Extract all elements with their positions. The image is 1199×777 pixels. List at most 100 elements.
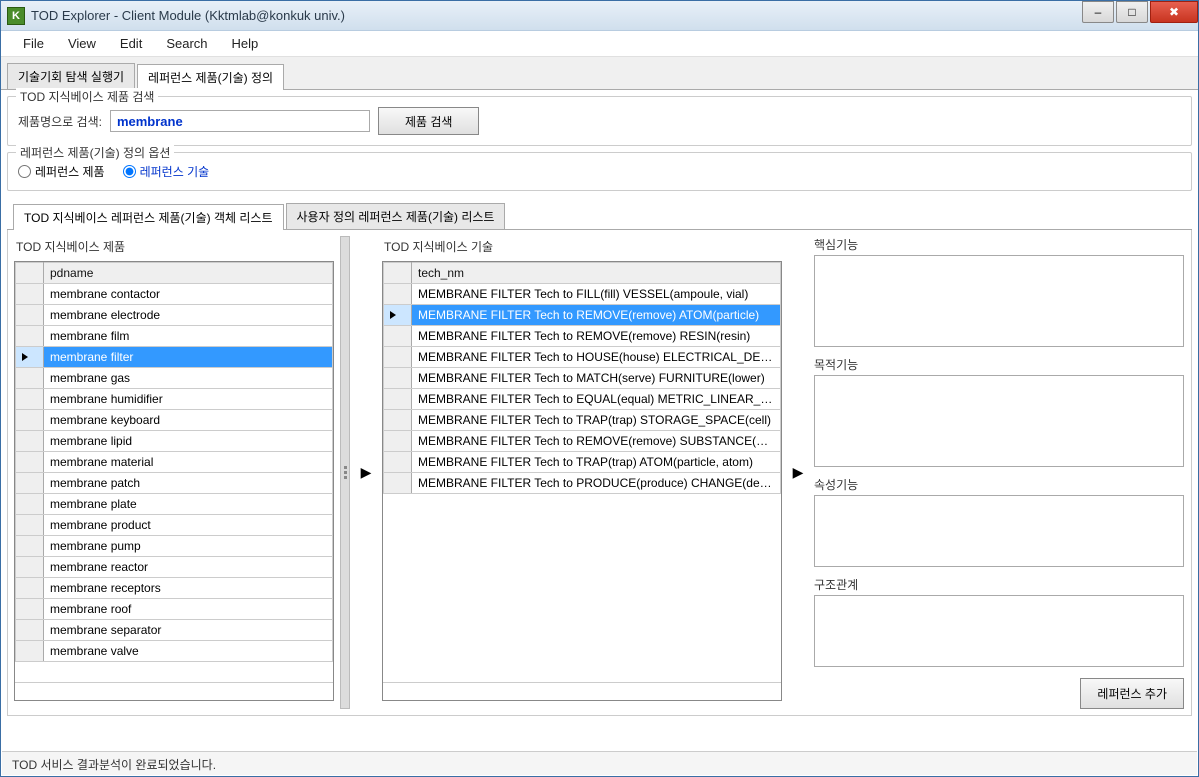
product-cell[interactable]: membrane humidifier: [44, 389, 333, 410]
table-row[interactable]: membrane electrode: [16, 305, 333, 326]
table-row[interactable]: MEMBRANE FILTER Tech to REMOVE(remove) R…: [384, 326, 781, 347]
table-row[interactable]: membrane humidifier: [16, 389, 333, 410]
table-row[interactable]: MEMBRANE FILTER Tech to TRAP(trap) STORA…: [384, 410, 781, 431]
product-cell[interactable]: membrane roof: [44, 599, 333, 620]
splitter-left[interactable]: [340, 236, 350, 709]
search-button[interactable]: 제품 검색: [378, 107, 480, 135]
add-reference-button[interactable]: 레퍼런스 추가: [1080, 678, 1184, 709]
tech-cell[interactable]: MEMBRANE FILTER Tech to HOUSE(house) ELE…: [412, 347, 781, 368]
minimize-button[interactable]: –: [1082, 1, 1114, 23]
table-row[interactable]: membrane keyboard: [16, 410, 333, 431]
tech-cell[interactable]: MEMBRANE FILTER Tech to REMOVE(remove) S…: [412, 431, 781, 452]
attribute-function-textarea[interactable]: [814, 495, 1184, 567]
tech-cell[interactable]: MEMBRANE FILTER Tech to TRAP(trap) STORA…: [412, 410, 781, 431]
table-row[interactable]: MEMBRANE FILTER Tech to REMOVE(remove) A…: [384, 305, 781, 326]
row-indicator: [16, 284, 44, 305]
tab-explorer[interactable]: 기술기회 탐색 실행기: [7, 63, 135, 89]
product-hscroll[interactable]: [15, 682, 333, 700]
tech-cell[interactable]: MEMBRANE FILTER Tech to FILL(fill) VESSE…: [412, 284, 781, 305]
table-row[interactable]: membrane reactor: [16, 557, 333, 578]
table-row[interactable]: membrane lipid: [16, 431, 333, 452]
product-cell[interactable]: membrane gas: [44, 368, 333, 389]
tab-kb-reference-list[interactable]: TOD 지식베이스 레퍼런스 제품(기술) 객체 리스트: [13, 204, 284, 230]
table-row[interactable]: membrane roof: [16, 599, 333, 620]
product-rowhead-header: [16, 263, 44, 284]
tech-cell[interactable]: MEMBRANE FILTER Tech to MATCH(serve) FUR…: [412, 368, 781, 389]
product-cell[interactable]: membrane contactor: [44, 284, 333, 305]
tech-grid[interactable]: tech_nm MEMBRANE FILTER Tech to FILL(fil…: [382, 261, 782, 701]
product-grid[interactable]: pdname membrane contactormembrane electr…: [14, 261, 334, 701]
table-row[interactable]: membrane material: [16, 452, 333, 473]
menu-search[interactable]: Search: [154, 32, 219, 55]
menu-view[interactable]: View: [56, 32, 108, 55]
product-list-panel: TOD 지식베이스 제품 pdname membrane contactorme…: [14, 236, 334, 709]
tech-list-panel: TOD 지식베이스 기술 tech_nm MEMBRANE FILTER Tec…: [382, 236, 782, 709]
core-function-textarea[interactable]: [814, 255, 1184, 347]
product-cell[interactable]: membrane material: [44, 452, 333, 473]
product-cell[interactable]: membrane keyboard: [44, 410, 333, 431]
table-row[interactable]: membrane patch: [16, 473, 333, 494]
table-row[interactable]: MEMBRANE FILTER Tech to EQUAL(equal) MET…: [384, 389, 781, 410]
purpose-function-textarea[interactable]: [814, 375, 1184, 467]
table-row[interactable]: MEMBRANE FILTER Tech to REMOVE(remove) S…: [384, 431, 781, 452]
tech-header-technm[interactable]: tech_nm: [412, 263, 781, 284]
product-header-pdname[interactable]: pdname: [44, 263, 333, 284]
purpose-function-label: 목적기능: [814, 356, 1184, 373]
table-row[interactable]: membrane filter: [16, 347, 333, 368]
tech-hscroll[interactable]: [383, 682, 781, 700]
option-group: 레퍼런스 제품(기술) 정의 옵션 레퍼런스 제품 레퍼런스 기술: [7, 152, 1192, 191]
product-cell[interactable]: membrane separator: [44, 620, 333, 641]
row-indicator: [384, 326, 412, 347]
app-icon: K: [7, 7, 25, 25]
product-cell[interactable]: membrane product: [44, 515, 333, 536]
close-button[interactable]: ✖: [1150, 1, 1198, 23]
radio-reference-product[interactable]: 레퍼런스 제품: [18, 163, 105, 180]
table-row[interactable]: MEMBRANE FILTER Tech to TRAP(trap) ATOM(…: [384, 452, 781, 473]
product-cell[interactable]: membrane patch: [44, 473, 333, 494]
row-indicator: [16, 515, 44, 536]
radio-reference-product-input[interactable]: [18, 165, 31, 178]
table-row[interactable]: membrane product: [16, 515, 333, 536]
product-cell[interactable]: membrane plate: [44, 494, 333, 515]
radio-reference-tech-input[interactable]: [123, 165, 136, 178]
tech-rowhead-header: [384, 263, 412, 284]
radio-reference-tech[interactable]: 레퍼런스 기술: [123, 163, 210, 180]
table-row[interactable]: membrane separator: [16, 620, 333, 641]
tab-reference-def[interactable]: 레퍼런스 제품(기술) 정의: [137, 64, 284, 90]
product-cell[interactable]: membrane reactor: [44, 557, 333, 578]
table-row[interactable]: MEMBRANE FILTER Tech to HOUSE(house) ELE…: [384, 347, 781, 368]
product-cell[interactable]: membrane filter: [44, 347, 333, 368]
table-row[interactable]: membrane contactor: [16, 284, 333, 305]
row-indicator: [16, 557, 44, 578]
product-cell[interactable]: membrane pump: [44, 536, 333, 557]
row-indicator: [16, 473, 44, 494]
product-cell[interactable]: membrane receptors: [44, 578, 333, 599]
product-cell[interactable]: membrane valve: [44, 641, 333, 662]
product-cell[interactable]: membrane electrode: [44, 305, 333, 326]
tech-cell[interactable]: MEMBRANE FILTER Tech to EQUAL(equal) MET…: [412, 389, 781, 410]
product-cell[interactable]: membrane film: [44, 326, 333, 347]
tech-cell[interactable]: MEMBRANE FILTER Tech to REMOVE(remove) A…: [412, 305, 781, 326]
menu-help[interactable]: Help: [220, 32, 271, 55]
table-row[interactable]: membrane gas: [16, 368, 333, 389]
table-row[interactable]: MEMBRANE FILTER Tech to MATCH(serve) FUR…: [384, 368, 781, 389]
table-row[interactable]: membrane valve: [16, 641, 333, 662]
search-input[interactable]: [110, 110, 370, 132]
table-row[interactable]: membrane receptors: [16, 578, 333, 599]
tech-cell[interactable]: MEMBRANE FILTER Tech to TRAP(trap) ATOM(…: [412, 452, 781, 473]
tech-cell[interactable]: MEMBRANE FILTER Tech to REMOVE(remove) R…: [412, 326, 781, 347]
structure-relation-textarea[interactable]: [814, 595, 1184, 667]
titlebar[interactable]: K TOD Explorer - Client Module (Kktmlab@…: [1, 1, 1198, 31]
table-row[interactable]: MEMBRANE FILTER Tech to FILL(fill) VESSE…: [384, 284, 781, 305]
table-row[interactable]: membrane pump: [16, 536, 333, 557]
table-row[interactable]: membrane film: [16, 326, 333, 347]
product-cell[interactable]: membrane lipid: [44, 431, 333, 452]
tab-user-reference-list[interactable]: 사용자 정의 레퍼런스 제품(기술) 리스트: [286, 203, 506, 229]
menu-file[interactable]: File: [11, 32, 56, 55]
table-row[interactable]: MEMBRANE FILTER Tech to PRODUCE(produce)…: [384, 473, 781, 494]
tech-cell[interactable]: MEMBRANE FILTER Tech to PRODUCE(produce)…: [412, 473, 781, 494]
row-indicator: [16, 347, 44, 368]
maximize-button[interactable]: □: [1116, 1, 1148, 23]
menu-edit[interactable]: Edit: [108, 32, 154, 55]
table-row[interactable]: membrane plate: [16, 494, 333, 515]
